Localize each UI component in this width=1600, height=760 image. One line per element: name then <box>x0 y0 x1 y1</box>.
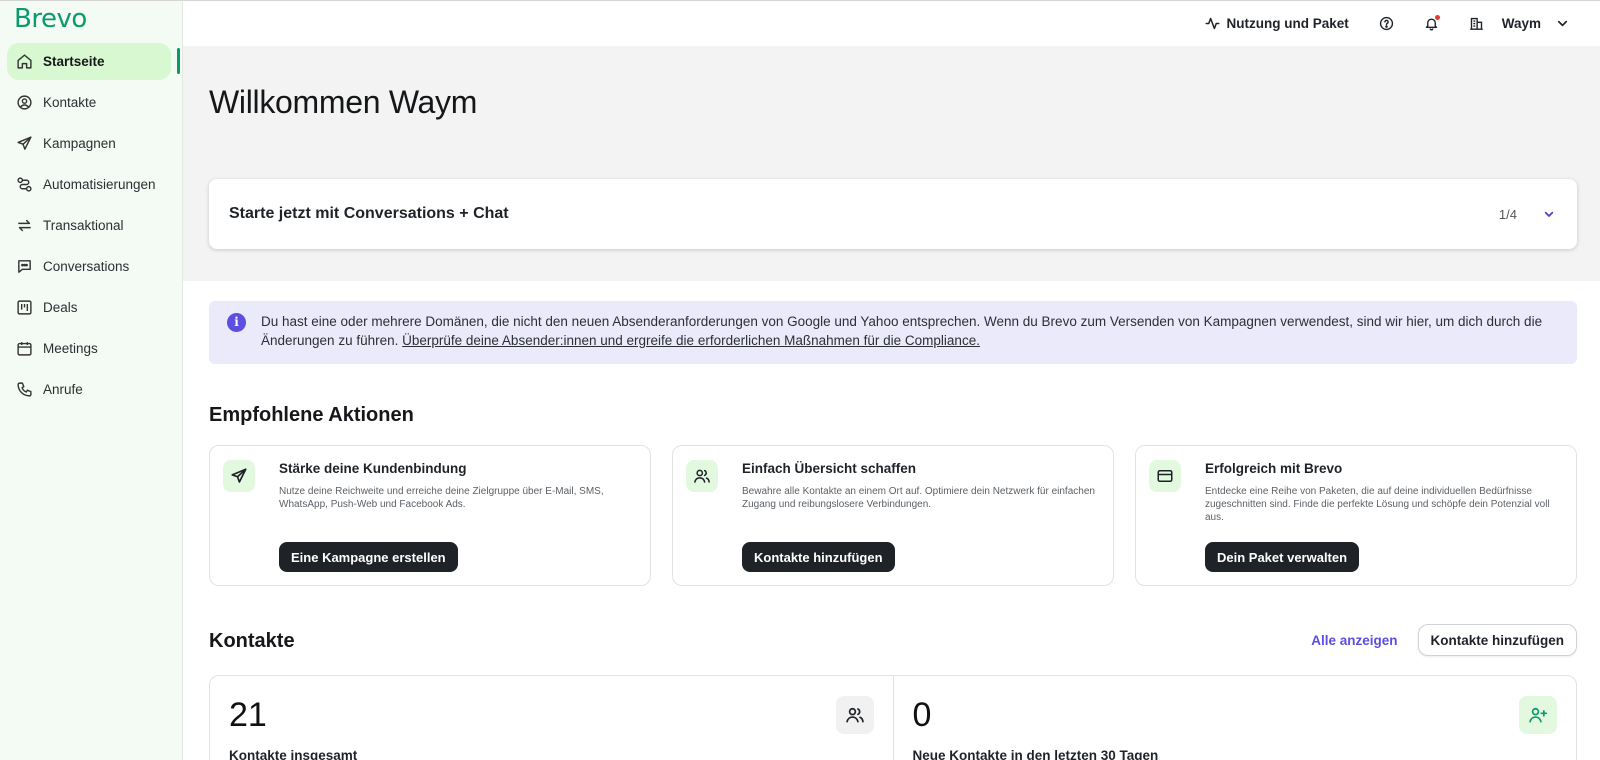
calendar-icon <box>16 340 33 357</box>
onboarding-card[interactable]: Starte jetzt mit Conversations + Chat 1/… <box>209 179 1577 249</box>
add-contacts-button[interactable]: Kontakte hinzufügen <box>742 542 895 572</box>
contacts-stats: 21 Kontakte insgesamt 0 Neue Kontakte in… <box>209 675 1577 760</box>
contacts-section-title: Kontakte <box>209 630 295 652</box>
kanban-icon <box>16 299 33 316</box>
action-card-campaign: Stärke deine Kundenbindung Nutze deine R… <box>209 445 651 586</box>
sidebar-item-anrufe[interactable]: Anrufe <box>7 371 171 408</box>
onboarding-step-counter: 1/4 <box>1498 206 1517 222</box>
users-icon <box>686 460 718 492</box>
card-title: Stärke deine Kundenbindung <box>279 461 467 476</box>
stat-new-contacts[interactable]: 0 Neue Kontakte in den letzten 30 Tagen <box>892 676 1577 760</box>
sidebar-item-meetings[interactable]: Meetings <box>7 330 171 367</box>
notifications-button[interactable] <box>1424 14 1440 31</box>
sidebar-nav: Startseite Kontakte Kampagnen Automatisi… <box>7 43 171 412</box>
sidebar-item-deals[interactable]: Deals <box>7 289 171 326</box>
account-name: Waym <box>1501 15 1541 31</box>
sidebar: Brevo Startseite Kontakte Kampagnen Auto… <box>0 0 183 760</box>
send-icon <box>223 460 255 492</box>
credit-card-icon <box>1149 460 1181 492</box>
onboarding-title: Starte jetzt mit Conversations + Chat <box>229 205 509 222</box>
action-card-plan: Erfolgreich mit Brevo Entdecke eine Reih… <box>1135 445 1577 586</box>
user-plus-icon <box>1519 696 1557 734</box>
recommended-actions-cards: Stärke deine Kundenbindung Nutze deine R… <box>209 445 1577 586</box>
stat-label: Kontakte insgesamt <box>229 748 358 760</box>
help-button[interactable] <box>1379 16 1394 31</box>
banner-compliance-link[interactable]: Überprüfe deine Absender:innen und ergre… <box>402 333 980 348</box>
account-menu[interactable]: Waym <box>1469 16 1570 31</box>
sidebar-item-conversations[interactable]: Conversations <box>7 248 171 285</box>
chat-icon <box>16 258 33 275</box>
contacts-actions: Alle anzeigen Kontakte hinzufügen <box>1311 624 1577 656</box>
manage-plan-button[interactable]: Dein Paket verwalten <box>1205 542 1360 572</box>
activity-icon <box>1205 16 1220 31</box>
card-description: Nutze deine Reichweite und erreiche dein… <box>279 486 604 510</box>
notification-dot <box>1434 14 1440 20</box>
sidebar-item-label: Anrufe <box>43 382 83 397</box>
sidebar-item-label: Meetings <box>43 341 98 356</box>
stat-value: 0 <box>912 696 932 734</box>
sidebar-item-transaktional[interactable]: Transaktional <box>7 207 171 244</box>
sidebar-item-startseite[interactable]: Startseite <box>7 43 171 80</box>
top-bar: Nutzung und Paket Waym <box>183 0 1600 46</box>
sidebar-item-automatisierungen[interactable]: Automatisierungen <box>7 166 171 203</box>
contact-circle-icon <box>16 94 33 111</box>
sidebar-item-label: Deals <box>43 300 78 315</box>
page-title: Willkommen Waym <box>209 84 478 120</box>
sidebar-item-kampagnen[interactable]: Kampagnen <box>7 125 171 162</box>
card-title: Einfach Übersicht schaffen <box>742 461 917 476</box>
active-nav-indicator <box>177 48 180 74</box>
info-icon: i <box>227 313 246 332</box>
stat-label: Neue Kontakte in den letzten 30 Tagen <box>912 748 1159 760</box>
sidebar-item-label: Transaktional <box>43 218 124 233</box>
usage-and-plan-label: Nutzung und Paket <box>1226 15 1349 31</box>
send-icon <box>16 135 33 152</box>
expand-chevron-icon[interactable] <box>1541 206 1557 222</box>
chevron-down-icon <box>1555 16 1570 31</box>
phone-icon <box>16 381 33 398</box>
sidebar-item-label: Startseite <box>43 54 105 69</box>
transfer-arrows-icon <box>16 217 33 234</box>
view-all-link[interactable]: Alle anzeigen <box>1311 633 1397 648</box>
compliance-info-banner: i Du hast eine oder mehrere Domänen, die… <box>209 301 1577 364</box>
stat-total-contacts[interactable]: 21 Kontakte insgesamt <box>210 676 893 760</box>
card-description: Entdecke eine Reihe von Paketen, die auf… <box>1205 486 1550 523</box>
automation-icon <box>16 176 33 193</box>
recommended-actions-title: Empfohlene Aktionen <box>209 404 414 426</box>
usage-and-plan-button[interactable]: Nutzung und Paket <box>1205 15 1349 31</box>
building-icon <box>1469 16 1484 31</box>
card-description: Bewahre alle Kontakte an einem Ort auf. … <box>742 486 1095 510</box>
help-icon <box>1379 16 1394 31</box>
action-card-contacts: Einfach Übersicht schaffen Bewahre alle … <box>672 445 1114 586</box>
sidebar-item-label: Conversations <box>43 259 130 274</box>
add-contacts-outline-button[interactable]: Kontakte hinzufügen <box>1417 624 1577 656</box>
top-bar-actions: Nutzung und Paket Waym <box>1205 1 1570 45</box>
home-icon <box>16 53 33 70</box>
sidebar-item-label: Kampagnen <box>43 136 116 151</box>
sidebar-item-label: Automatisierungen <box>43 177 156 192</box>
stat-value: 21 <box>229 696 267 734</box>
users-icon <box>835 696 874 734</box>
brevo-logo[interactable]: Brevo <box>14 4 87 34</box>
sidebar-item-kontakte[interactable]: Kontakte <box>7 84 171 121</box>
card-title: Erfolgreich mit Brevo <box>1205 461 1343 476</box>
create-campaign-button[interactable]: Eine Kampagne erstellen <box>279 542 458 572</box>
welcome-section: Willkommen Waym Starte jetzt mit Convers… <box>183 46 1600 281</box>
sidebar-item-label: Kontakte <box>43 95 97 110</box>
